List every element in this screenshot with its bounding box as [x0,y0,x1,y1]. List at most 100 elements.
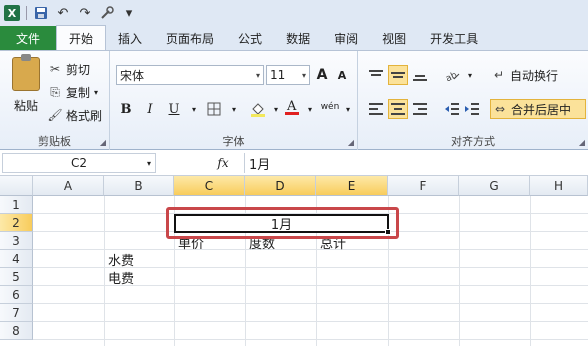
clipboard-group-label: 剪贴板 [38,135,71,148]
merge-center-label: 合并后居中 [511,102,572,117]
chevron-down-icon[interactable]: ▾ [302,71,306,80]
copy-button[interactable]: ⎘ 复制 ▾ [48,82,98,102]
dialog-launcher-icon[interactable]: ◢ [348,138,354,147]
column-header-f[interactable]: F [388,176,459,196]
cell-b4[interactable]: 水费 [105,250,173,269]
excel-app-icon[interactable]: X [4,5,20,21]
align-right-button[interactable] [410,99,430,119]
select-all-corner[interactable] [0,176,33,196]
font-size-combo[interactable]: 11 ▾ [266,65,310,85]
cut-button[interactable]: ✂ 剪切 [48,59,90,79]
chevron-down-icon[interactable]: ▾ [184,99,204,119]
font-name-combo[interactable]: 宋体 ▾ [116,65,264,85]
column-header-a[interactable]: A [33,176,104,196]
column-header-c[interactable]: C [174,176,245,196]
formula-input[interactable]: 1月 [244,153,586,173]
chevron-down-icon[interactable]: ▾ [224,99,244,119]
font-color-button[interactable]: A [282,97,302,117]
align-left-button[interactable] [366,99,386,119]
tab-review[interactable]: 审阅 [322,26,370,50]
tab-developer[interactable]: 开发工具 [418,26,490,50]
wrap-text-button[interactable]: ↵ 自动换行 [492,65,558,85]
highlight-box [166,207,399,239]
column-header-e[interactable]: E [316,176,388,196]
row-header-1[interactable]: 1 [0,196,33,214]
tools-icon[interactable] [99,5,115,21]
tab-formulas[interactable]: 公式 [226,26,274,50]
align-bottom-button[interactable] [410,65,430,85]
tab-view[interactable]: 视图 [370,26,418,50]
row-header-3[interactable]: 3 [0,232,33,250]
tab-page-layout[interactable]: 页面布局 [154,26,226,50]
save-icon[interactable] [33,5,49,21]
customize-qat-icon[interactable]: ▾ [121,5,137,21]
column-header-b[interactable]: B [104,176,174,196]
clipboard-icon [12,54,40,91]
italic-button[interactable]: I [140,99,160,119]
increase-indent-button[interactable] [462,99,482,119]
row-header-7[interactable]: 7 [0,304,33,322]
merge-center-button[interactable]: ⇔ 合并后居中 [490,99,586,119]
bold-label: B [120,101,132,117]
shrink-font-button[interactable]: A [332,65,352,85]
row-header-5[interactable]: 5 [0,268,33,286]
tab-insert[interactable]: 插入 [106,26,154,50]
paste-button[interactable]: 粘贴 [6,54,46,123]
row-header-6[interactable]: 6 [0,286,33,304]
tab-home[interactable]: 开始 [56,25,107,50]
orientation-button[interactable]: ab [442,65,462,85]
chevron-down-icon[interactable]: ▾ [460,65,480,85]
borders-button[interactable] [204,99,224,119]
brush-icon: 🖌 [47,108,63,122]
format-painter-button[interactable]: 🖌 格式刷 [47,105,102,125]
alignment-group: ab ▾ ↵ 自动换行 ⇔ 合并后居中 对齐方式 ◢ [358,51,588,151]
tab-data[interactable]: 数据 [274,26,322,50]
redo-icon[interactable]: ↷ [77,5,93,21]
cut-label: 剪切 [66,62,91,77]
row-header-8[interactable]: 8 [0,322,33,340]
align-top-button[interactable] [366,65,386,85]
underline-button[interactable]: U [164,99,184,119]
column-header-d[interactable]: D [245,176,316,196]
chevron-down-icon[interactable]: ▾ [94,88,98,97]
alignment-group-label: 对齐方式 [451,135,495,148]
formula-bar: C2 ▾ fx 1月 [0,150,588,176]
formula-value: 1月 [249,157,271,173]
column-header-h[interactable]: H [530,176,588,196]
shrink-font-label: A [337,68,347,82]
underline-label: U [168,101,180,117]
chevron-down-icon[interactable]: ▾ [147,159,151,168]
merge-center-icon: ⇔ [494,102,506,116]
cell-b5[interactable]: 电费 [105,268,173,287]
decrease-indent-icon [445,103,459,115]
decrease-indent-button[interactable] [442,99,462,119]
dialog-launcher-icon[interactable]: ◢ [579,138,585,147]
bold-button[interactable]: B [116,99,136,119]
grow-font-button[interactable]: A [312,65,332,85]
italic-label: I [147,101,153,117]
orientation-icon: ab [444,70,460,82]
undo-icon[interactable]: ↶ [55,5,71,21]
row-header-2[interactable]: 2 [0,214,33,232]
chevron-down-icon[interactable]: ▾ [338,99,358,119]
fill-color-button[interactable] [248,99,268,119]
column-header-g[interactable]: G [459,176,530,196]
tab-file[interactable]: 文件 [0,26,56,50]
align-middle-button[interactable] [388,65,408,85]
font-name-value: 宋体 [120,68,145,83]
worksheet-grid[interactable]: A B C D E F G H 1 2 3 4 5 6 7 8 单价 度数 总计… [0,176,588,346]
copy-label: 复制 [66,85,91,100]
copy-icon: ⎘ [50,84,60,99]
name-box[interactable]: C2 ▾ [2,153,156,173]
increase-indent-icon [465,103,479,115]
chevron-down-icon[interactable]: ▾ [300,99,320,119]
align-bottom-icon [413,75,427,81]
font-size-value: 11 [270,68,286,82]
chevron-down-icon[interactable]: ▾ [256,71,260,80]
insert-function-button[interactable]: fx [210,153,236,173]
separator [26,6,27,20]
align-center-button[interactable] [388,99,408,119]
row-header-4[interactable]: 4 [0,250,33,268]
dialog-launcher-icon[interactable]: ◢ [100,138,106,147]
phonetic-label: wén [320,102,340,112]
